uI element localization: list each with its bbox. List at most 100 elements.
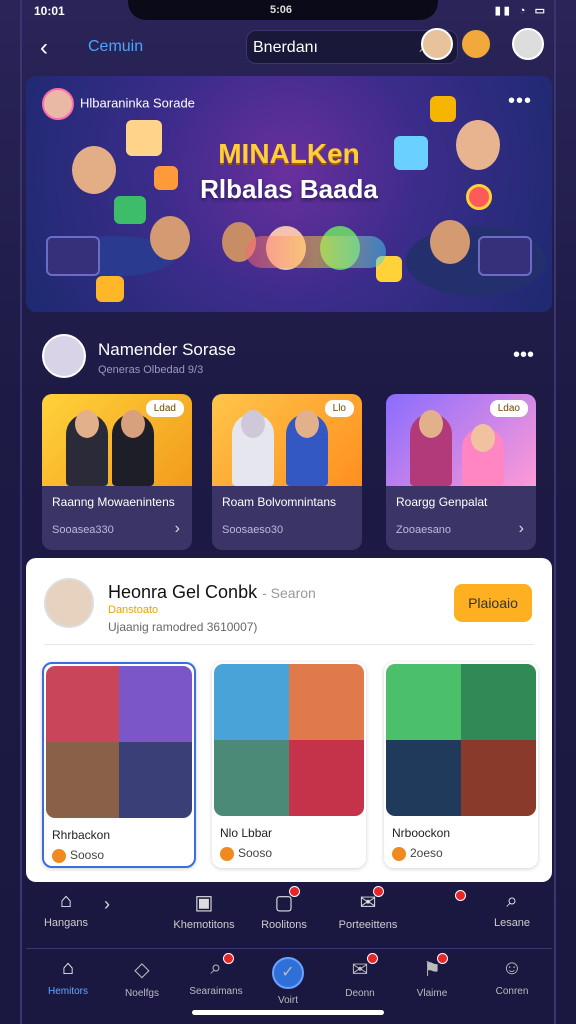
chevron-right-icon[interactable]: › — [175, 520, 180, 538]
chevron-right-icon[interactable]: › — [519, 520, 524, 538]
avatar[interactable] — [44, 578, 94, 628]
card-meta: Zooaesano — [396, 524, 452, 536]
search-icon: ⌕ — [182, 953, 250, 980]
group-thumbnail — [386, 664, 536, 816]
channel-meta: Ujaanig ramodred 3610007) — [108, 620, 258, 634]
tab-inbox[interactable]: ✉ Deonn — [326, 953, 394, 999]
tab-tags[interactable]: ◇ Noelfgs — [108, 957, 176, 999]
card-tag: Ldad — [145, 400, 184, 417]
avatar[interactable] — [459, 28, 492, 60]
bottom-tab-bar: ⌂ Hemitors ◇ Noelfgs ⌕ Searaimans ✓ Voirt ✉ D… — [26, 948, 552, 1008]
banner-owner-name: Hlbaraninka Sorade — [80, 95, 195, 111]
search-input[interactable]: Bnerdanı — [253, 39, 318, 57]
banner-subtitle: Rlbalas Baada — [200, 174, 378, 204]
tablet-icon — [46, 236, 100, 276]
group-name: Nrboockon — [392, 826, 451, 840]
secondary-nav: ⌂ Hangans › ▣ Khemotitons ▢ Roolitons ✉ Port… — [26, 884, 552, 942]
tag-icon: ◇ — [134, 959, 150, 981]
channel-name-text: Heonra Gel Conbk — [108, 582, 258, 602]
chevron-right-icon[interactable]: › — [104, 894, 110, 915]
nav-item-calendar[interactable]: ▣ Khemotitons — [164, 890, 244, 931]
group-name: Rhrbackon — [52, 828, 111, 842]
card-title: Roam Bolvomnintans — [222, 495, 337, 509]
search-icon: ⌕ — [506, 890, 518, 912]
tablet-icon — [478, 236, 532, 276]
phone-screen: 10:01 5:06 ▮▮ ◔ ▭ ‹ Cemuin Bnerdanı ⌕ ✕ — [0, 0, 576, 1024]
follow-button[interactable]: Plaioaio — [454, 584, 532, 622]
group-count: Sooso — [220, 846, 272, 861]
status-bar: 10:01 5:06 ▮▮ ◔ ▭ — [0, 0, 576, 22]
avatar[interactable] — [421, 28, 454, 60]
status-icons: ▮▮ ◔ ▭ — [494, 5, 548, 17]
section-subtitle: Qeneras Olbedad 9/3 — [98, 364, 204, 376]
tab-label: Conren — [495, 986, 529, 997]
video-card[interactable]: Ldad Raanng Mowaenintens Sooasea330 › — [42, 394, 192, 550]
calendar-icon: ▣ — [194, 892, 214, 914]
channel-panel: Heonra Gel Conbk - Searon Danstoato Ujaa… — [26, 558, 552, 882]
more-options-icon[interactable]: ••• — [513, 344, 534, 367]
nav-item-mail[interactable]: ✉ Porteeittens — [328, 886, 408, 931]
divider — [44, 644, 534, 645]
card-meta: Soosaeso30 — [222, 524, 284, 536]
tab-label: Vlaime — [416, 988, 448, 999]
nav-label: Lesane — [493, 917, 531, 929]
channel-name[interactable]: Heonra Gel Conbk - Searon — [108, 582, 316, 603]
tab-create[interactable]: ✓ Voirt — [254, 957, 322, 1006]
back-chevron-icon[interactable]: ‹ — [40, 34, 48, 62]
header-avatars — [419, 28, 544, 60]
featured-banner[interactable]: Hlbaraninka Sorade ••• MINALKen Rlbalas … — [26, 76, 552, 312]
group-thumbnail — [214, 664, 364, 816]
tab-label: Hemitors — [47, 986, 88, 997]
top-bar: ‹ Cemuin Bnerdanı ⌕ ✕ — [26, 26, 550, 70]
coin-icon — [220, 846, 234, 861]
group-count: 2oeso — [392, 846, 443, 861]
tab-home[interactable]: ⌂ Hemitors — [34, 957, 102, 997]
nav-item-search[interactable]: ⌕ Lesane — [472, 890, 552, 929]
coin-icon — [52, 848, 66, 863]
group-count-text: 2oeso — [410, 846, 443, 860]
group-count: Sooso — [52, 848, 104, 863]
create-icon: ✓ — [254, 957, 322, 989]
group-thumbnail — [46, 666, 192, 818]
banner-owner[interactable]: Hlbaraninka Sorade — [42, 88, 195, 120]
video-card[interactable]: Ldao Roargg Genpalat Zooaesano › — [386, 394, 536, 550]
tab-flag[interactable]: ⚑ Vlaime — [398, 953, 466, 999]
banner-title: MINALKen — [218, 138, 360, 169]
card-tag: Ldao — [489, 400, 528, 417]
nav-label: Khemotitons — [173, 919, 235, 931]
nav-item-home[interactable]: ⌂ Hangans — [26, 890, 106, 929]
group-name: Nlo Lbbar — [220, 826, 273, 840]
tab-label: Noelfgs — [125, 988, 159, 999]
avatar[interactable] — [512, 28, 544, 60]
child-figure — [150, 216, 190, 260]
channel-name-suffix: - Searon — [262, 585, 316, 601]
status-time: 10:01 — [34, 4, 65, 18]
tab-search[interactable]: ⌕ Searaimans — [182, 953, 250, 997]
home-indicator[interactable] — [192, 1010, 384, 1015]
card-title: Roargg Genpalat — [396, 495, 488, 509]
group-card[interactable]: Nlo Lbbar Sooso — [212, 662, 366, 868]
cube-icon — [430, 96, 456, 122]
tab-label: Voirt — [277, 995, 298, 1006]
section-title[interactable]: Namender Sorase — [98, 340, 236, 360]
group-count-text: Sooso — [238, 846, 273, 860]
channel-section: Namender Sorase Qeneras Olbedad 9/3 ••• … — [26, 322, 552, 552]
avatar[interactable] — [42, 88, 74, 120]
nav-label: Hangans — [43, 917, 89, 929]
page-title[interactable]: Cemuin — [88, 38, 143, 56]
flag-icon: ⚑ — [398, 953, 466, 982]
nav-item-bookmark[interactable]: ▢ Roolitons — [244, 886, 324, 931]
mail-icon: ✉ — [328, 886, 408, 915]
group-card[interactable]: Rhrbackon Sooso — [42, 662, 196, 868]
video-card[interactable]: Llo Roam Bolvomnintans Soosaeso30 — [212, 394, 362, 550]
avatar[interactable] — [42, 334, 86, 378]
tab-label: Deonn — [345, 988, 375, 999]
bookmark-icon: ▢ — [244, 886, 324, 915]
profile-icon: ☺ — [501, 957, 523, 979]
tab-profile[interactable]: ☺ Conren — [478, 957, 546, 997]
more-options-icon[interactable]: ••• — [508, 90, 532, 113]
group-count-text: Sooso — [70, 848, 105, 862]
group-card[interactable]: Nrboockon 2oeso — [384, 662, 538, 868]
tab-label: Searaimans — [189, 986, 243, 997]
card-title: Raanng Mowaenintens — [52, 495, 175, 509]
